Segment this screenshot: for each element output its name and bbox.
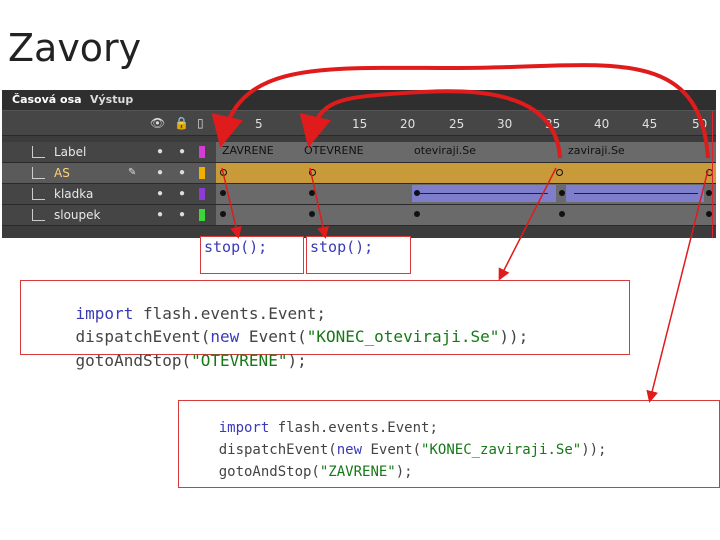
keyframe[interactable] bbox=[309, 190, 315, 196]
layer-row-as[interactable]: AS ✎ ● ● bbox=[2, 163, 716, 184]
layer-name[interactable]: kladka bbox=[54, 187, 93, 201]
ruler-label: 40 bbox=[594, 117, 610, 131]
visibility-dot[interactable]: ● bbox=[157, 146, 163, 157]
layer-frames[interactable] bbox=[216, 184, 716, 204]
code-line-goto: gotoAndStop("OTEVRENE"); bbox=[75, 351, 307, 370]
keyframe[interactable] bbox=[309, 211, 315, 217]
frame-label: OTEVRENE bbox=[304, 144, 364, 157]
frame-label: oteviraji.Se bbox=[414, 144, 476, 157]
action-keyframe[interactable] bbox=[556, 169, 563, 176]
lock-icon[interactable]: 🔒 bbox=[174, 116, 189, 130]
frame-label: zaviraji.Se bbox=[568, 144, 625, 157]
layer-color-chip[interactable] bbox=[199, 167, 205, 179]
keyframe[interactable] bbox=[559, 211, 565, 217]
timeline-panel: Časová osa Výstup 👁 🔒 ▯ 1 5 10 15 20 25 … bbox=[2, 90, 716, 238]
lock-dot[interactable]: ● bbox=[179, 188, 185, 199]
layer-name[interactable]: AS bbox=[54, 166, 70, 180]
frame-label: ZAVRENE bbox=[222, 144, 274, 157]
ruler-label: 15 bbox=[352, 117, 368, 131]
stop-code-box-zavrene: stop(); bbox=[200, 236, 304, 274]
stop-code: stop(); bbox=[310, 238, 374, 256]
ruler-label: 50 bbox=[692, 117, 708, 131]
action-keyframe[interactable] bbox=[220, 169, 227, 176]
code-line-goto: gotoAndStop("ZAVRENE"); bbox=[218, 464, 413, 480]
keyframe[interactable] bbox=[220, 190, 226, 196]
layer-icon bbox=[32, 209, 45, 221]
layer-icon bbox=[32, 167, 45, 179]
stop-code: stop(); bbox=[204, 238, 268, 256]
pencil-icon[interactable]: ✎ bbox=[128, 167, 136, 178]
ruler-label: 30 bbox=[497, 117, 513, 131]
code-box-zaviraji: import flash.events.Event; dispatchEvent… bbox=[178, 400, 720, 488]
code-box-oteviraji: import flash.events.Event; dispatchEvent… bbox=[20, 280, 630, 370]
layer-row-label[interactable]: Label ● ● ZAVRENE OTEVRENE oteviraji.Se … bbox=[2, 142, 716, 163]
tween-arrow bbox=[420, 193, 548, 194]
eye-icon[interactable]: 👁 bbox=[150, 116, 165, 130]
keyframe[interactable] bbox=[414, 190, 420, 196]
ruler-label: 35 bbox=[545, 117, 561, 131]
layer-color-chip[interactable] bbox=[199, 188, 205, 200]
ruler-label: 20 bbox=[400, 117, 416, 131]
layer-color-chip[interactable] bbox=[199, 146, 205, 158]
keyframe[interactable] bbox=[220, 211, 226, 217]
layer-name[interactable]: Label bbox=[54, 145, 86, 159]
tab-casova-osa[interactable]: Časová osa bbox=[12, 93, 82, 106]
visibility-dot[interactable]: ● bbox=[157, 188, 163, 199]
playhead[interactable] bbox=[712, 111, 713, 238]
stop-code-box-otevrene: stop(); bbox=[306, 236, 411, 274]
lock-dot[interactable]: ● bbox=[179, 209, 185, 220]
lock-dot[interactable]: ● bbox=[179, 167, 185, 178]
ruler-label: 45 bbox=[642, 117, 658, 131]
visibility-dot[interactable]: ● bbox=[157, 209, 163, 220]
ruler-label: 25 bbox=[449, 117, 465, 131]
layer-color-chip[interactable] bbox=[199, 209, 205, 221]
ruler-label: 5 bbox=[255, 117, 263, 131]
lock-dot[interactable]: ● bbox=[179, 146, 185, 157]
layer-frames[interactable] bbox=[216, 163, 716, 183]
layer-frames[interactable]: ZAVRENE OTEVRENE oteviraji.Se zaviraji.S… bbox=[216, 142, 716, 162]
slide-title: Zavory bbox=[8, 26, 142, 70]
keyframe[interactable] bbox=[414, 211, 420, 217]
layer-name[interactable]: sloupek bbox=[54, 208, 100, 222]
layer-frames[interactable] bbox=[216, 205, 716, 225]
ruler-label: 10 bbox=[302, 117, 318, 131]
layer-row-kladka[interactable]: kladka ● ● bbox=[2, 184, 716, 205]
tween-arrow bbox=[574, 193, 698, 194]
outline-icon[interactable]: ▯ bbox=[197, 116, 204, 130]
tab-vystup[interactable]: Výstup bbox=[90, 93, 133, 106]
layer-row-sloupek[interactable]: sloupek ● ● bbox=[2, 205, 716, 226]
action-keyframe[interactable] bbox=[309, 169, 316, 176]
ruler-label: 1 bbox=[220, 117, 228, 131]
timeline-header: 👁 🔒 ▯ 1 5 10 15 20 25 30 35 40 45 50 bbox=[2, 111, 716, 136]
panel-tabs: Časová osa Výstup bbox=[2, 90, 716, 111]
layer-icon bbox=[32, 188, 45, 200]
visibility-dot[interactable]: ● bbox=[157, 167, 163, 178]
keyframe[interactable] bbox=[559, 190, 565, 196]
layer-icon bbox=[32, 146, 45, 158]
